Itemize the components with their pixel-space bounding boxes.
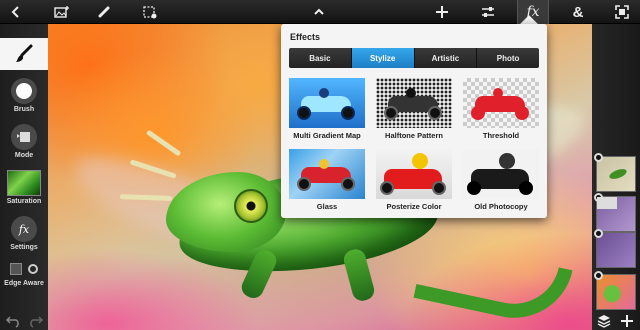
fullscreen-icon[interactable] bbox=[608, 0, 636, 24]
settings-button[interactable]: fx Settings bbox=[0, 216, 48, 251]
effect-threshold[interactable]: Threshold bbox=[461, 78, 541, 140]
effect-posterize-color[interactable]: Posterize Color bbox=[374, 149, 454, 211]
left-tool-panel: Brush Mode Saturation fx Settings Edge A… bbox=[0, 24, 48, 330]
tool-label: Settings bbox=[10, 244, 38, 251]
effect-halftone-pattern[interactable]: Halftone Pattern bbox=[374, 78, 454, 140]
brush-size-icon bbox=[11, 78, 37, 104]
top-toolbar: fx & bbox=[0, 0, 640, 24]
effects-tabs: Basic Stylize Artistic Photo bbox=[289, 48, 539, 68]
layer-thumb-gradient[interactable] bbox=[594, 229, 636, 268]
edge-aware-toggle-icon bbox=[0, 260, 48, 278]
mode-icon bbox=[11, 124, 37, 150]
layer-visibility-dot[interactable] bbox=[594, 153, 603, 162]
expand-up-icon[interactable] bbox=[305, 0, 333, 24]
layer-visibility-dot[interactable] bbox=[594, 229, 603, 238]
tab-basic[interactable]: Basic bbox=[289, 48, 352, 68]
layer-visibility-dot[interactable] bbox=[594, 271, 603, 280]
effects-panel: Effects Basic Stylize Artistic Photo Mul… bbox=[281, 24, 547, 218]
brush-icon[interactable] bbox=[90, 0, 118, 24]
brush-tool-button[interactable] bbox=[0, 38, 48, 70]
effect-label: Old Photocopy bbox=[474, 202, 528, 211]
effect-label: Glass bbox=[316, 202, 338, 211]
paintbrush-icon bbox=[16, 44, 33, 62]
tab-stylize[interactable]: Stylize bbox=[351, 48, 415, 68]
saturation-button[interactable]: Saturation bbox=[0, 170, 48, 205]
tool-label: Saturation bbox=[6, 198, 42, 205]
tool-label: Brush bbox=[13, 106, 35, 113]
effects-title: Effects bbox=[290, 32, 321, 42]
layers-stack-icon[interactable] bbox=[597, 314, 611, 328]
brush-size-button[interactable]: Brush bbox=[0, 78, 48, 113]
effect-glass[interactable]: Glass bbox=[287, 149, 367, 211]
effect-label: Posterize Color bbox=[386, 202, 442, 211]
tab-artistic[interactable]: Artistic bbox=[414, 48, 478, 68]
mode-button[interactable]: Mode bbox=[0, 124, 48, 159]
undo-icon[interactable] bbox=[5, 314, 22, 328]
add-layer-icon[interactable] bbox=[620, 314, 634, 328]
effect-old-photocopy[interactable]: Old Photocopy bbox=[461, 149, 541, 211]
add-icon[interactable] bbox=[428, 0, 456, 24]
tab-photo[interactable]: Photo bbox=[477, 48, 539, 68]
fx-settings-icon: fx bbox=[11, 216, 37, 242]
chameleon-tail bbox=[413, 239, 573, 329]
layer-thumb-leaf[interactable] bbox=[594, 153, 636, 192]
effect-thumbnail bbox=[289, 149, 365, 199]
select-settings-icon[interactable] bbox=[136, 0, 164, 24]
chameleon-horn bbox=[145, 129, 182, 157]
ampersand-icon[interactable]: & bbox=[564, 0, 592, 24]
effect-label: Halftone Pattern bbox=[385, 131, 443, 140]
layers-panel bbox=[592, 24, 640, 330]
edge-aware-toggle[interactable]: Edge Aware bbox=[0, 260, 48, 287]
back-icon[interactable] bbox=[2, 0, 30, 24]
effect-thumbnail bbox=[463, 78, 539, 128]
image-add-icon[interactable] bbox=[48, 0, 76, 24]
tool-label: Edge Aware bbox=[4, 280, 44, 287]
effect-multi-gradient-map[interactable]: Multi Gradient Map bbox=[287, 78, 367, 140]
adjustments-icon[interactable] bbox=[474, 0, 502, 24]
effect-label: Threshold bbox=[482, 131, 520, 140]
tool-label: Mode bbox=[14, 152, 34, 159]
redo-icon[interactable] bbox=[27, 314, 44, 328]
effect-thumbnail bbox=[463, 149, 539, 199]
saturation-swatch-icon bbox=[7, 170, 41, 196]
effect-label: Multi Gradient Map bbox=[293, 131, 361, 140]
effect-thumbnail bbox=[376, 78, 452, 128]
effect-thumbnail bbox=[376, 149, 452, 199]
layer-thumb-purple[interactable] bbox=[594, 193, 636, 232]
layer-thumb-photo[interactable] bbox=[594, 271, 636, 310]
chameleon-eye bbox=[234, 189, 268, 223]
effect-thumbnail bbox=[289, 78, 365, 128]
